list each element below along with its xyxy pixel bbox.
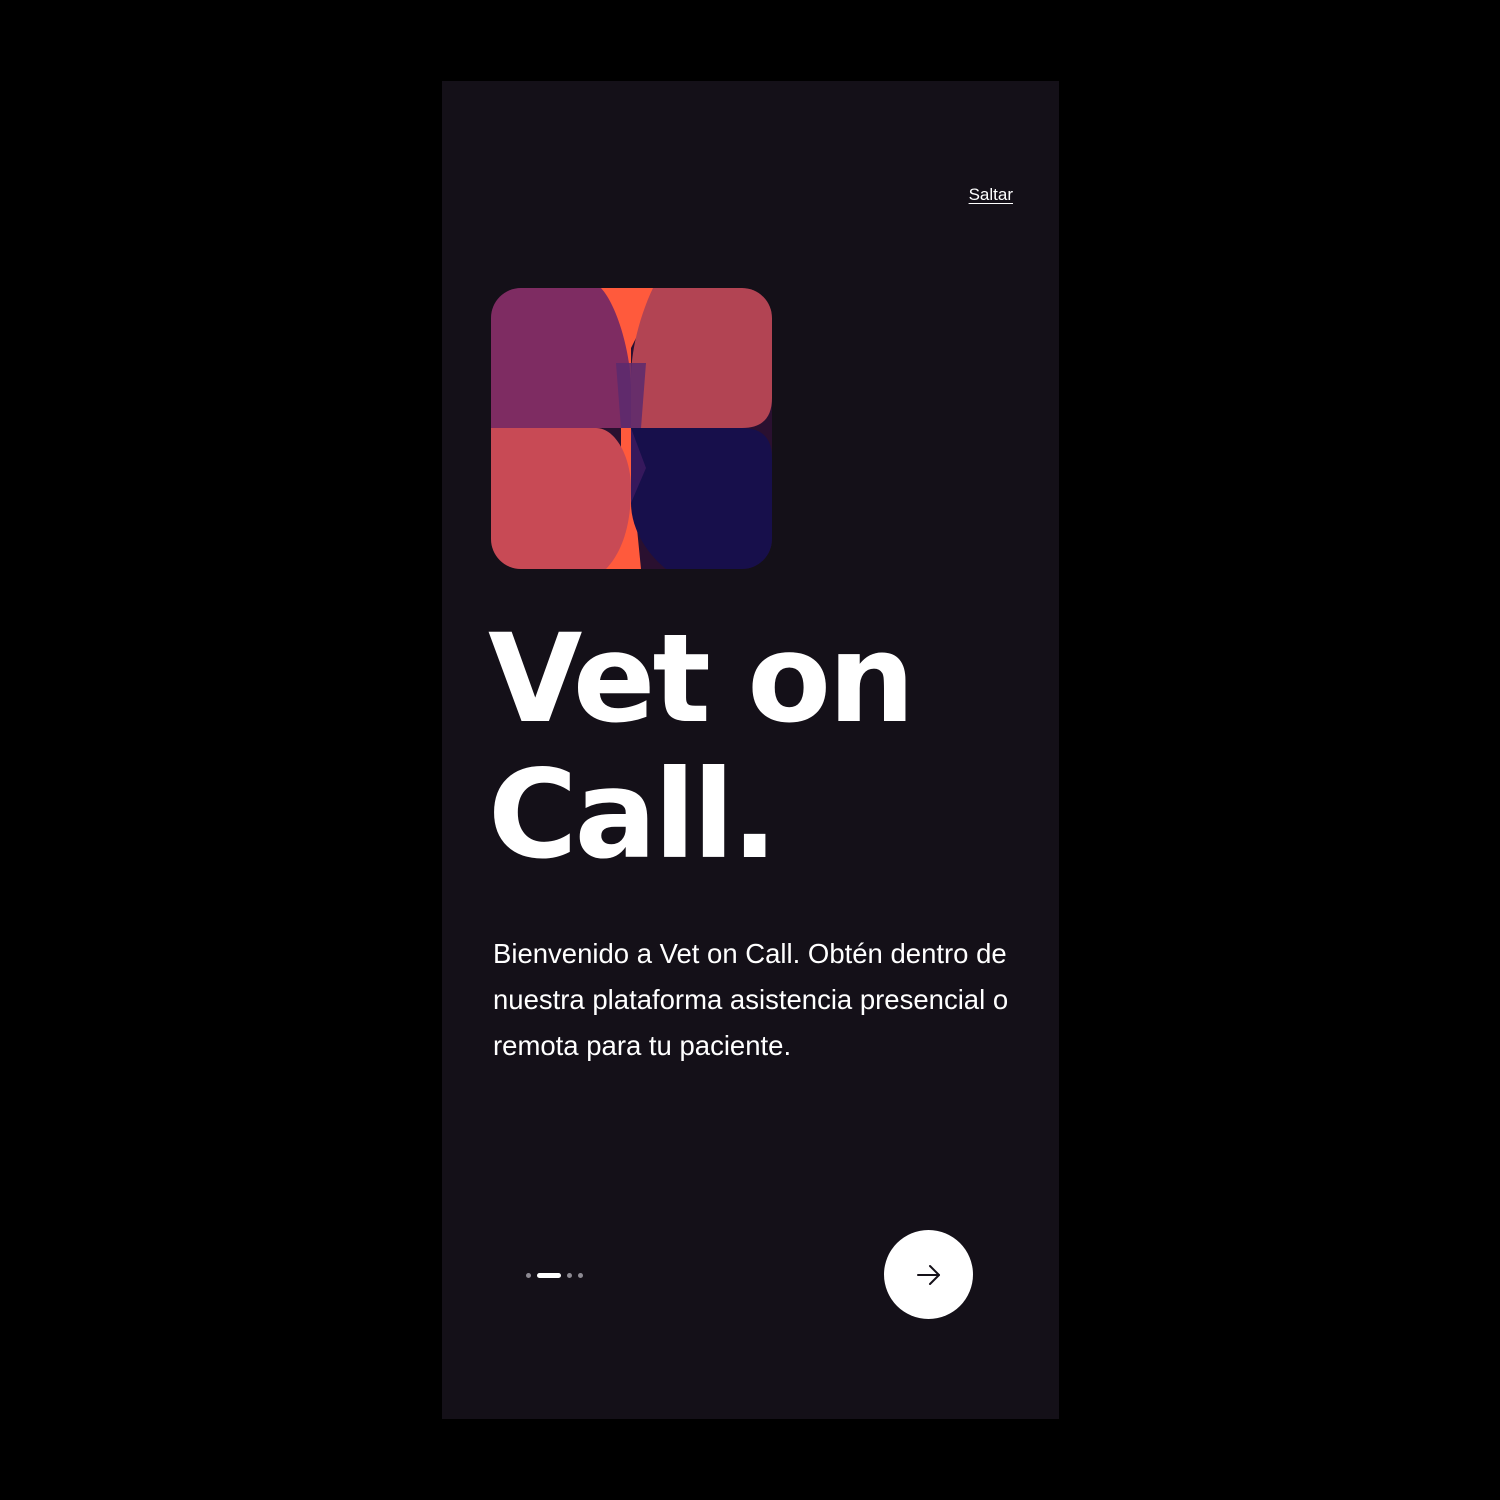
next-button[interactable]: [884, 1230, 973, 1319]
onboarding-screen: Saltar Vet on Call. Bienvenido a Vet on …: [442, 81, 1059, 1419]
arrow-right-icon: [916, 1264, 940, 1285]
page-indicator: [526, 1272, 583, 1278]
welcome-description: Bienvenido a Vet on Call. Obtén dentro d…: [493, 938, 1009, 1061]
page-dot-2-active[interactable]: [537, 1272, 561, 1278]
page-dot-4[interactable]: [578, 1272, 583, 1278]
page-dot-3[interactable]: [567, 1272, 572, 1278]
app-title-line-1: Vet on: [488, 608, 915, 750]
skip-link[interactable]: Saltar: [969, 185, 1013, 205]
app-title: Vet on Call.: [488, 611, 1028, 883]
page-dot-1[interactable]: [526, 1272, 531, 1278]
app-title-line-2: Call.: [488, 744, 778, 886]
vet-on-call-logo-icon: [491, 288, 772, 569]
